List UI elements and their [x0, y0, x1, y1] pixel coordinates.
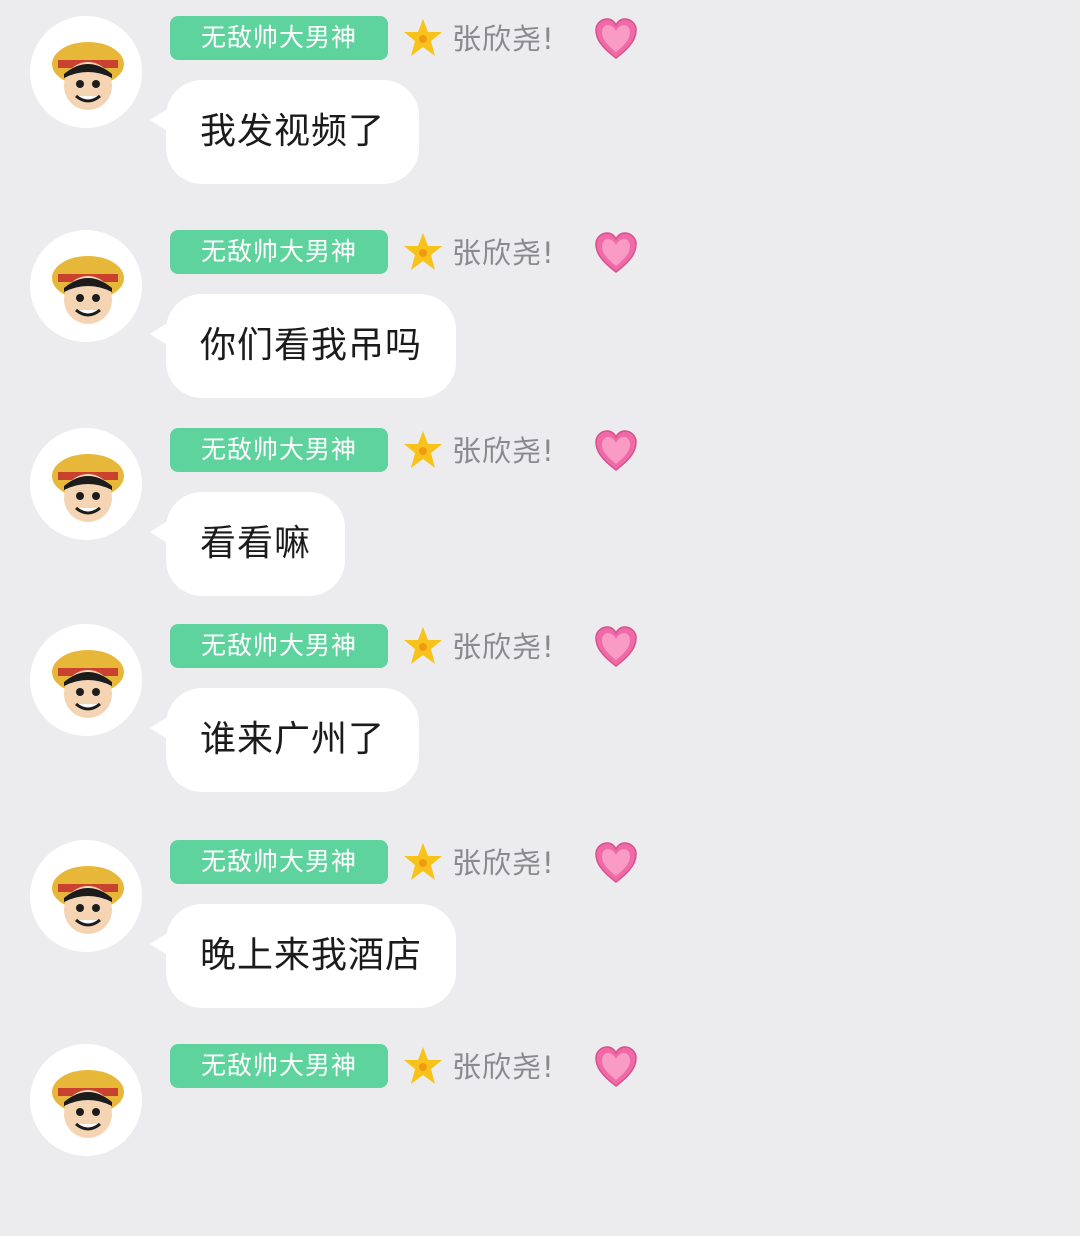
heart-icon — [595, 18, 637, 59]
message-bubble[interactable]: 晚上来我酒店 — [166, 904, 457, 1008]
sender-avatar[interactable] — [30, 1044, 142, 1156]
luffy-avatar-icon — [30, 428, 142, 540]
luffy-avatar-icon — [30, 230, 142, 342]
sender-title-badge: 无敌帅大男神 — [170, 624, 388, 668]
message-bubble[interactable]: 看看嘛 — [166, 492, 346, 596]
sender-nickname[interactable]: 张欣尧! — [452, 840, 555, 886]
sender-title-badge: 无敌帅大男神 — [170, 1044, 388, 1088]
chat-message-list: 无敌帅大男神 张欣尧! 我发视频了 无敌帅大男神 张欣尧! 你们看我吊吗 无敌帅… — [0, 0, 1080, 1156]
luffy-avatar-icon — [30, 1044, 142, 1156]
chat-message: 无敌帅大男神 张欣尧! 我发视频了 — [0, 8, 1080, 208]
chat-message: 无敌帅大男神 张欣尧! 你们看我吊吗 — [0, 222, 1080, 422]
luffy-avatar-icon — [30, 624, 142, 736]
sender-title-badge: 无敌帅大男神 — [170, 840, 388, 884]
star-icon — [404, 843, 442, 880]
sender-title-badge: 无敌帅大男神 — [170, 230, 388, 274]
sender-nickname[interactable]: 张欣尧! — [452, 16, 555, 62]
heart-icon — [595, 232, 637, 273]
sender-avatar[interactable] — [30, 428, 142, 540]
sender-avatar[interactable] — [30, 16, 142, 128]
chat-message: 无敌帅大男神 张欣尧! — [0, 1036, 1080, 1236]
sender-avatar[interactable] — [30, 230, 142, 342]
sender-avatar[interactable] — [30, 840, 142, 952]
star-icon — [404, 431, 442, 468]
sender-title-badge: 无敌帅大男神 — [170, 428, 388, 472]
luffy-avatar-icon — [30, 16, 142, 128]
chat-message: 无敌帅大男神 张欣尧! 看看嘛 — [0, 420, 1080, 620]
heart-icon — [595, 626, 637, 667]
message-bubble[interactable]: 谁来广州了 — [166, 688, 420, 792]
message-bubble[interactable]: 我发视频了 — [166, 80, 420, 184]
sender-avatar[interactable] — [30, 624, 142, 736]
star-icon — [404, 1047, 442, 1084]
sender-nickname[interactable]: 张欣尧! — [452, 230, 555, 276]
heart-icon — [595, 1046, 637, 1087]
message-bubble[interactable]: 你们看我吊吗 — [166, 294, 457, 398]
star-icon — [404, 19, 442, 56]
sender-title-badge: 无敌帅大男神 — [170, 16, 388, 60]
heart-icon — [595, 842, 637, 883]
chat-message: 无敌帅大男神 张欣尧! 晚上来我酒店 — [0, 832, 1080, 1032]
star-icon — [404, 627, 442, 664]
luffy-avatar-icon — [30, 840, 142, 952]
sender-nickname[interactable]: 张欣尧! — [452, 1044, 555, 1090]
chat-message: 无敌帅大男神 张欣尧! 谁来广州了 — [0, 616, 1080, 816]
sender-nickname[interactable]: 张欣尧! — [452, 624, 555, 670]
heart-icon — [595, 430, 637, 471]
sender-nickname[interactable]: 张欣尧! — [452, 428, 555, 474]
star-icon — [404, 233, 442, 270]
